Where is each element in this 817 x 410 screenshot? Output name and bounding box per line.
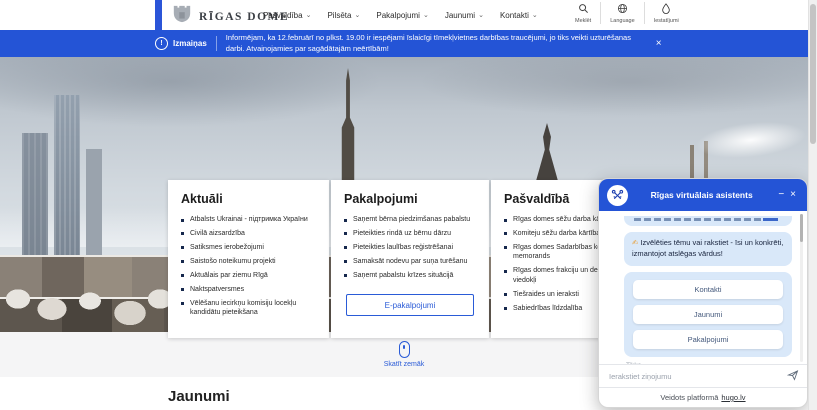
chevron-down-icon: ⌄ (354, 10, 361, 19)
settings-button[interactable]: Iestatījumi (643, 2, 688, 24)
coat-of-arms-icon (171, 4, 193, 29)
list-item[interactable]: Saistošo noteikumu projekti (181, 257, 316, 266)
nav-item-pasvaldiba[interactable]: Pašvaldība ⌄ (263, 11, 311, 20)
chat-scrollbar[interactable] (800, 214, 803, 362)
card-list: Saņemt bērna piedzimšanas pabalstu Piete… (344, 215, 476, 280)
browser-scrollbar[interactable] (808, 0, 817, 410)
site-header: RĪGAS DOME Pašvaldība ⌄ Pilsēta ⌄ Pakalpoj… (0, 0, 808, 30)
mouse-scroll-icon (398, 341, 410, 358)
search-button[interactable]: Meklēt (566, 2, 600, 24)
list-item[interactable]: Atbalsts Ukrainai - підтримка України (181, 215, 316, 224)
chevron-down-icon: ⌄ (422, 10, 429, 19)
cloud-shape (420, 57, 808, 117)
chat-minimize-button[interactable]: − (775, 190, 787, 200)
alert-divider (215, 36, 217, 51)
browser-scrollbar-thumb[interactable] (810, 4, 816, 144)
footer-text: Veidots platformā (660, 393, 719, 402)
smoke-shape (694, 117, 808, 163)
card-title: Pakalpojumi (344, 192, 418, 206)
chat-timestamp: Tikko (626, 362, 793, 364)
crossed-keys-icon (607, 184, 628, 206)
paper-plane-icon (786, 369, 799, 384)
nav-item-jaunumi[interactable]: Jaunumi ⌄ (445, 11, 484, 20)
exclamation-circle-icon: ! (155, 37, 168, 50)
list-item[interactable]: Vēlēšanu iecirkņu komisiju locekļu kandi… (181, 299, 316, 318)
chat-scrollbar-thumb[interactable] (800, 214, 803, 242)
alert-bar: ! Izmaiņas Informējam, ka 12.februārī no… (0, 30, 808, 57)
chat-input-row (599, 364, 807, 387)
chat-header: Rīgas virtuālais asistents − × (599, 179, 807, 211)
list-item[interactable]: Civilā aizsardzība (181, 229, 316, 238)
list-item[interactable]: Pieteikties rindā uz bērnu dārzu (344, 229, 476, 238)
list-item[interactable]: Satiksmes ierobežojumi (181, 243, 316, 252)
hugo-lv-link[interactable]: hugo.lv (721, 393, 745, 402)
browser-viewport: RĪGAS DOME Pašvaldība ⌄ Pilsēta ⌄ Pakalpoj… (0, 0, 817, 410)
chevron-down-icon: ⌄ (531, 10, 538, 19)
nav-item-pakalpojumi[interactable]: Pakalpojumi ⌄ (376, 11, 428, 20)
search-icon (578, 2, 589, 17)
header-actions: Meklēt Language Iestatījumi (566, 2, 688, 24)
contrast-droplet-icon (661, 2, 671, 17)
list-item[interactable]: Saņemt pabalstu krīzes situācijā (344, 271, 476, 280)
church-spire-shape (536, 123, 558, 181)
list-item[interactable]: Naktspatversmes (181, 285, 316, 294)
chat-message-input[interactable] (607, 370, 781, 382)
chat-quick-replies: Kontakti Jaunumi Pakalpojumi (624, 271, 792, 357)
alert-badge: Izmaiņas (173, 39, 207, 48)
list-item[interactable]: Saņemt bērna piedzimšanas pabalstu (344, 215, 476, 224)
alert-close-button[interactable]: × (654, 37, 664, 51)
nav-item-kontakti[interactable]: Kontakti ⌄ (500, 11, 538, 20)
send-button[interactable] (786, 369, 799, 384)
section-heading-jaunumi: Jaunumi (168, 388, 230, 405)
globe-icon (617, 2, 628, 17)
clipped-link-fragment (763, 218, 778, 221)
snowy-trees-shape (0, 239, 175, 332)
header-accent-bar (155, 0, 162, 30)
alert-message: Informējam, ka 12.februārī no plkst. 19.… (225, 33, 631, 53)
list-item[interactable]: Aktuālais par ziemu Rīgā (181, 271, 316, 280)
chat-title: Rīgas virtuālais asistents (650, 190, 753, 200)
clipped-text-line (634, 218, 762, 221)
language-button[interactable]: Language (600, 2, 643, 24)
chevron-down-icon: ⌄ (478, 10, 484, 19)
chat-messages: ✍ Izvēlēties tēmu vai rakstiet - īsi un … (599, 211, 807, 364)
chat-message-clipped (624, 216, 792, 226)
chat-footer: Veidots platformā hugo.lv (599, 387, 807, 407)
main-nav: Pašvaldība ⌄ Pilsēta ⌄ Pakalpojumi ⌄ Jaunum… (263, 0, 538, 30)
quick-reply-pakalpojumi[interactable]: Pakalpojumi (633, 329, 783, 349)
e-services-button[interactable]: E-pakalpojumi (346, 294, 474, 317)
chat-close-button[interactable]: × (787, 190, 799, 200)
card-list: Atbalsts Ukrainai - підтримка України Ci… (181, 215, 316, 318)
list-item[interactable]: Samaksāt nodevu par suņa turēšanu (344, 257, 476, 266)
chat-message-text: Izvēlēties tēmu vai rakstiet - īsi un ko… (632, 238, 784, 258)
chat-widget: Rīgas virtuālais asistents − × ✍ Izvēlēt… (598, 178, 808, 408)
chat-message: ✍ Izvēlēties tēmu vai rakstiet - īsi un … (624, 232, 792, 266)
scroll-hint-label: Skatīt zemāk (383, 361, 425, 368)
writing-hand-icon: ✍ (632, 238, 639, 247)
card-aktuali: Aktuāli Atbalsts Ukrainai - підтримка Ук… (168, 180, 329, 338)
quick-reply-kontakti[interactable]: Kontakti (633, 279, 783, 299)
quick-reply-jaunumi[interactable]: Jaunumi (633, 304, 783, 324)
card-pakalpojumi: Pakalpojumi Saņemt bērna piedzimšanas pa… (331, 180, 489, 338)
chevron-down-icon: ⌄ (305, 10, 312, 19)
nav-item-pilseta[interactable]: Pilsēta ⌄ (327, 11, 360, 20)
card-title: Aktuāli (181, 192, 223, 206)
list-item[interactable]: Pieteikties laulības reģistrēšanai (344, 243, 476, 252)
